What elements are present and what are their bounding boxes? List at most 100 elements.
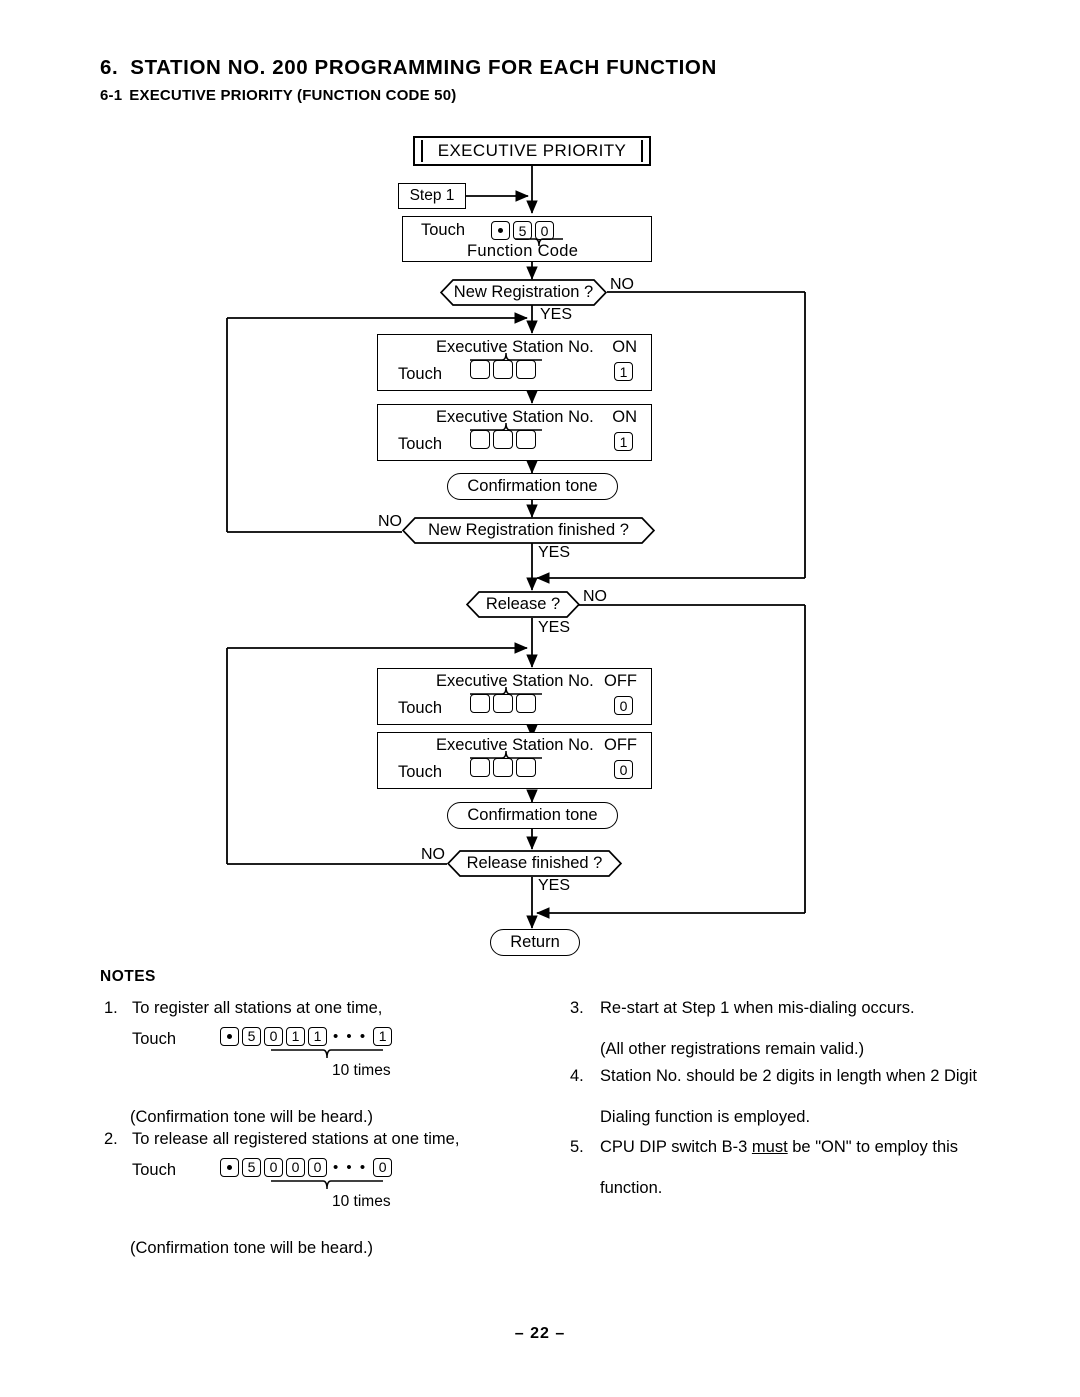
executive-station-off-box-1: Executive Station No. OFF Touch 0 [377, 668, 652, 725]
blank-key-1 [470, 430, 490, 449]
note-3-index: 3. [570, 999, 584, 1017]
on-box-1-state: ON [612, 338, 637, 356]
off-box-2-blank-keys [470, 750, 542, 782]
key-state-0: 0 [614, 696, 633, 715]
blank-key-3 [516, 758, 536, 777]
note-3-line-2: (All other registrations remain valid.) [600, 1039, 865, 1058]
step1-label: Step 1 [409, 187, 455, 204]
return-label: Return [510, 933, 560, 951]
blank-key-3 [516, 430, 536, 449]
function-code-box: Touch 5 0 Function Code [402, 216, 652, 262]
note-5-line-1: CPU DIP switch B-3 must be "ON" to emplo… [600, 1139, 1010, 1156]
decision-new-registration: New Registration ? [440, 279, 607, 306]
function-code-keys: 5 0 [491, 219, 563, 247]
note-item-1: 1. To register all stations at one time,… [104, 1000, 554, 1125]
on-box-1-blank-keys [470, 352, 542, 384]
off-box-1-state: OFF [604, 672, 637, 690]
decision-new-registration-finished: New Registration finished ? [402, 517, 655, 544]
note-1-index: 1. [104, 999, 118, 1017]
note-4-index: 4. [570, 1067, 584, 1085]
on-box-1-touch-label: Touch [398, 365, 443, 383]
blank-key-1 [470, 360, 490, 379]
key-repeat-2: 1 [308, 1026, 327, 1046]
off-box-1-state-key: 0 [614, 696, 633, 715]
note-2-repeat-caption: 10 times [332, 1192, 391, 1210]
note-4-line-2: Dialing function is employed. [600, 1107, 811, 1126]
off-box-1-blank-keys [470, 686, 542, 718]
off-box-2-brace [470, 750, 542, 759]
key-repeat-last: 0 [373, 1157, 393, 1177]
banner-right-bar [641, 140, 643, 162]
note-1-text: To register all stations at one time, [132, 999, 383, 1017]
off-box-2-state-key: 0 [614, 760, 633, 779]
confirmation-tone-2: Confirmation tone [447, 802, 618, 829]
note-5-index: 5. [570, 1138, 584, 1156]
decision-release-label: Release ? [485, 595, 561, 613]
decision-new-registration-label: New Registration ? [453, 283, 594, 301]
off-box-1-brace [470, 686, 542, 695]
note-2-key-sequence: Touch 5 0 0 0 • • • 0 10 times [132, 1157, 574, 1209]
key-repeat-last: 1 [373, 1026, 393, 1046]
key-state-1: 1 [614, 362, 633, 381]
release-no-label: NO [583, 588, 607, 605]
key-5: 5 [242, 1026, 261, 1046]
key-5: 5 [242, 1157, 261, 1177]
function-code-caption: Function Code [467, 242, 579, 260]
release-finished-no-label: NO [421, 846, 445, 863]
off-box-1-touch-label: Touch [398, 699, 443, 717]
new-registration-finished-yes-label: YES [538, 544, 571, 561]
decision-release-finished-label: Release finished ? [466, 854, 603, 872]
blank-key-1 [470, 758, 490, 777]
note-2-text: To release all registered stations at on… [132, 1130, 460, 1148]
note-1-ellipsis: • • • [333, 1027, 368, 1045]
note-1-repeat-caption: 10 times [332, 1061, 391, 1079]
on-box-2-blank-keys [470, 422, 542, 454]
blank-key-3 [516, 694, 536, 713]
key-repeat-2: 0 [308, 1157, 327, 1177]
blank-key-2 [493, 430, 513, 449]
confirmation-tone-1: Confirmation tone [447, 473, 618, 500]
note-3-line-1: Re-start at Step 1 when mis-dialing occu… [600, 999, 915, 1017]
key-dot [220, 1026, 239, 1046]
note-2-index: 2. [104, 1130, 118, 1148]
on-box-2-touch-label: Touch [398, 435, 443, 453]
note-1-touch-label: Touch [132, 1029, 177, 1048]
note-1-repeat-brace [271, 1048, 383, 1058]
note-item-3: 3. Re-start at Step 1 when mis-dialing o… [570, 1000, 1010, 1057]
blank-key-2 [493, 694, 513, 713]
on-box-1-state-key: 1 [614, 362, 633, 381]
note-1-keys: 5 0 1 1 • • • 1 [220, 1026, 393, 1058]
banner-label: EXECUTIVE PRIORITY [437, 141, 627, 160]
note-5-emphasis: must [751, 1138, 788, 1156]
notes-heading: NOTES [100, 968, 156, 985]
key-state-1: 1 [614, 432, 633, 451]
flowchart-banner: EXECUTIVE PRIORITY [413, 136, 651, 166]
flowchart: EXECUTIVE PRIORITY Step 1 Touch 5 0 Func… [0, 0, 1080, 1000]
decision-new-registration-finished-label: New Registration finished ? [428, 521, 629, 539]
decision-release-finished: Release finished ? [447, 850, 622, 877]
new-registration-no-label: NO [610, 276, 634, 293]
note-2-ellipsis: • • • [333, 1158, 368, 1176]
new-registration-yes-label: YES [540, 306, 573, 323]
note-2-keys: 5 0 0 0 • • • 0 [220, 1157, 393, 1189]
off-box-2-touch-label: Touch [398, 763, 443, 781]
executive-station-on-box-1: Executive Station No. ON Touch 1 [377, 334, 652, 391]
function-code-touch-label: Touch [421, 221, 466, 239]
return-terminator: Return [490, 929, 580, 956]
key-state-0: 0 [614, 760, 633, 779]
note-5-line-1-post: be "ON" to employ this [787, 1138, 959, 1156]
note-item-2: 2. To release all registered stations at… [104, 1131, 574, 1256]
on-box-1-brace [470, 352, 542, 361]
note-item-5: 5. CPU DIP switch B-3 must be "ON" to em… [570, 1139, 1010, 1196]
note-4-line-1: Station No. should be 2 digits in length… [600, 1067, 977, 1085]
key-repeat-1: 0 [286, 1157, 305, 1177]
blank-key-3 [516, 360, 536, 379]
on-box-2-state: ON [612, 408, 637, 426]
note-1-key-sequence: Touch 5 0 1 1 • • • 1 10 times [132, 1026, 554, 1078]
confirmation-tone-1-label: Confirmation tone [467, 477, 598, 495]
note-2-repeat-brace [271, 1179, 383, 1189]
blank-key-2 [493, 360, 513, 379]
key-0: 0 [264, 1157, 283, 1177]
off-box-2-state: OFF [604, 736, 637, 754]
new-registration-finished-no-label: NO [378, 513, 402, 530]
